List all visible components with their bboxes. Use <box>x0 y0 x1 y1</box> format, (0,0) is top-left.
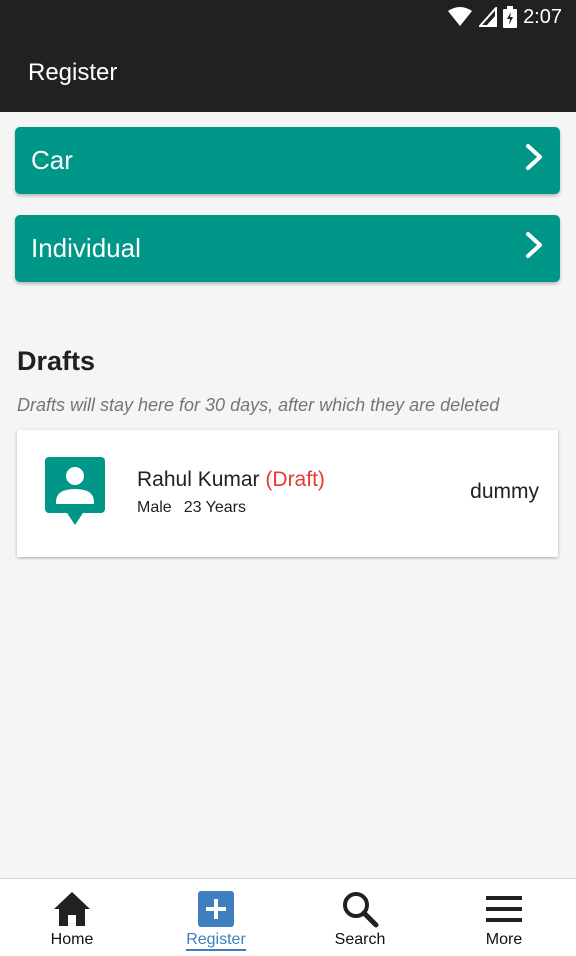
nav-home-label: Home <box>50 931 94 948</box>
battery-charging-icon <box>503 6 518 28</box>
draft-right-text: dummy <box>470 480 539 503</box>
draft-status-badge: (Draft) <box>265 468 325 491</box>
search-icon <box>341 887 379 931</box>
draft-meta: Male 23 Years <box>137 499 246 517</box>
draft-gender: Male <box>137 499 172 516</box>
draft-person-name: Rahul Kumar <box>137 468 260 491</box>
home-icon <box>52 887 92 931</box>
bottom-nav: Home Register Search More <box>0 878 576 956</box>
draft-age: 23 Years <box>183 499 246 516</box>
person-badge-icon <box>45 457 105 532</box>
draft-name: Rahul Kumar (Draft) <box>137 468 325 492</box>
chevron-right-icon <box>524 231 544 266</box>
drafts-heading: Drafts <box>17 346 96 376</box>
nav-register[interactable]: Register <box>144 879 288 956</box>
nav-register-label: Register <box>186 931 246 951</box>
register-individual-button[interactable]: Individual <box>15 215 560 282</box>
status-time: 2:07 <box>523 5 562 28</box>
nav-search-label: Search <box>334 931 386 948</box>
nav-home[interactable]: Home <box>0 879 144 956</box>
nav-more[interactable]: More <box>432 879 576 956</box>
wifi-icon <box>447 7 473 27</box>
status-bar: 2:07 <box>0 0 576 34</box>
register-individual-label: Individual <box>31 233 141 263</box>
drafts-note: Drafts will stay here for 30 days, after… <box>17 395 500 415</box>
register-car-button[interactable]: Car <box>15 127 560 194</box>
chevron-right-icon <box>524 143 544 178</box>
app-bar: Register <box>0 34 576 112</box>
menu-icon <box>485 887 523 931</box>
nav-search[interactable]: Search <box>288 879 432 956</box>
draft-card[interactable]: Rahul Kumar (Draft) Male 23 Years dummy <box>17 430 558 557</box>
signal-icon <box>479 7 498 27</box>
plus-box-icon <box>198 887 234 931</box>
register-car-label: Car <box>31 145 73 175</box>
nav-more-label: More <box>485 931 523 948</box>
page-title: Register <box>28 59 118 86</box>
